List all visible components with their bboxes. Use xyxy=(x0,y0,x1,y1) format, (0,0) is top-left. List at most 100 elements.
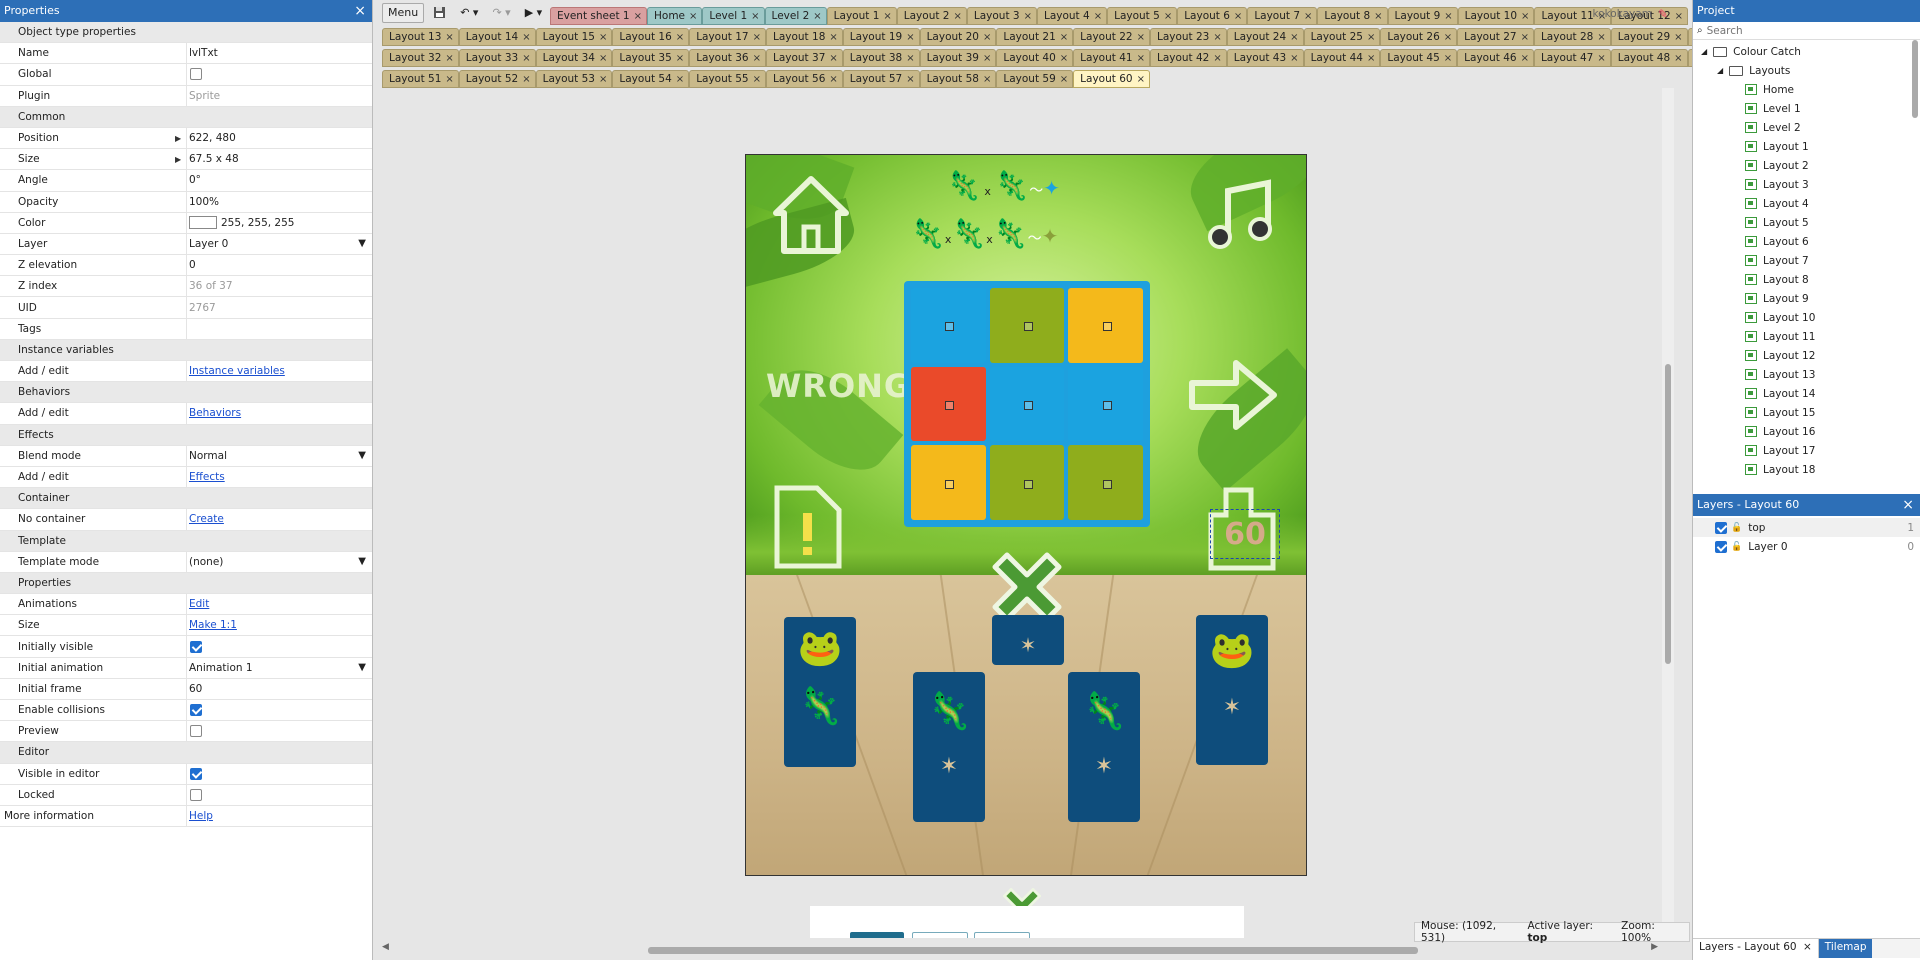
tree-item-layout[interactable]: Home xyxy=(1693,80,1920,99)
hint-icon[interactable] xyxy=(772,483,844,571)
close-tab-icon[interactable]: × xyxy=(753,74,761,85)
tab-layout-24[interactable]: Layout 24 × xyxy=(1226,28,1304,46)
close-tab-icon[interactable]: × xyxy=(1597,32,1605,43)
close-tab-icon[interactable]: × xyxy=(1444,32,1452,43)
tab-layout-46[interactable]: Layout 46 × xyxy=(1457,49,1534,67)
tab-layout-21[interactable]: Layout 21 × xyxy=(996,28,1074,46)
close-tab-icon[interactable]: × xyxy=(1367,53,1375,64)
tab-layout-38[interactable]: Layout 38 × xyxy=(842,49,920,67)
property-value[interactable]: 2767 xyxy=(187,297,372,317)
property-value[interactable]: 0 xyxy=(187,255,372,275)
tab-layout-60[interactable]: Layout 60 × xyxy=(1073,70,1150,88)
tab-layout-6[interactable]: Layout 6 × xyxy=(1177,7,1248,25)
tab-layout-40[interactable]: Layout 40 × xyxy=(996,49,1074,67)
close-tab-icon[interactable]: × xyxy=(953,11,961,22)
property-section[interactable]: Properties xyxy=(0,572,372,595)
layer-visible-checkbox[interactable] xyxy=(1715,540,1727,553)
grid-cell[interactable] xyxy=(989,445,1065,520)
tree-item-layout[interactable]: Layout 1 xyxy=(1693,137,1920,156)
close-tab-icon[interactable]: × xyxy=(1374,11,1382,22)
tree-item-folder[interactable]: ◢ Colour Catch xyxy=(1693,42,1920,61)
close-tab-icon[interactable]: × xyxy=(1024,11,1032,22)
tab-layout-4[interactable]: Layout 4 × xyxy=(1036,7,1108,25)
close-tab-icon[interactable]: × xyxy=(1521,11,1529,22)
property-section[interactable]: Behaviors xyxy=(0,382,372,404)
property-value[interactable]: 100% xyxy=(187,192,372,212)
checkbox[interactable] xyxy=(190,788,202,801)
tree-item-layout[interactable]: Layout 6 xyxy=(1693,232,1920,251)
property-value[interactable]: Layer 0 ▼ xyxy=(187,234,372,254)
search-input[interactable] xyxy=(1706,24,1897,37)
chevron-down-icon[interactable]: ▼ xyxy=(358,238,366,249)
property-value[interactable]: Animation 1 ▼ xyxy=(187,658,372,678)
card-left[interactable]: 🐸 🦎 xyxy=(784,617,856,767)
close-tab-icon[interactable]: × xyxy=(1060,53,1068,64)
close-tab-icon[interactable]: × xyxy=(983,53,991,64)
property-section[interactable]: Common xyxy=(0,106,372,128)
close-tab-icon[interactable]: × xyxy=(829,74,837,85)
tree-item-layout[interactable]: Level 2 xyxy=(1693,118,1920,137)
close-tab-icon[interactable]: × xyxy=(522,53,530,64)
close-tab-icon[interactable]: × xyxy=(522,74,530,85)
tree-item-folder[interactable]: ◢ Layouts xyxy=(1693,61,1920,80)
grid-cell[interactable] xyxy=(989,366,1065,442)
close-tab-icon[interactable]: × xyxy=(1675,11,1683,22)
tab-layout-54[interactable]: Layout 54 × xyxy=(612,70,690,88)
tab-layout-2[interactable]: Layout 2 × xyxy=(896,7,967,25)
tab-layout-34[interactable]: Layout 34 × xyxy=(535,49,613,67)
property-value[interactable]: 60 xyxy=(187,679,372,699)
close-tab-icon[interactable]: × xyxy=(445,74,453,85)
tab-level-2[interactable]: Level 2 × xyxy=(764,7,827,25)
close-tab-icon[interactable]: × xyxy=(676,74,684,85)
property-value[interactable]: Help xyxy=(187,806,372,826)
tab-layout-44[interactable]: Layout 44 × xyxy=(1303,49,1381,67)
tab-layout-36[interactable]: Layout 36 × xyxy=(689,49,766,67)
property-value[interactable] xyxy=(187,764,372,784)
close-tab-icon[interactable]: × xyxy=(983,32,991,43)
tab-tilemap[interactable]: Tilemap xyxy=(1818,939,1873,958)
expand-icon[interactable]: ◢ xyxy=(1717,66,1723,75)
horizontal-scrollbar[interactable]: ◀ ▶ xyxy=(378,942,1674,955)
music-icon[interactable] xyxy=(1198,171,1284,257)
tree-item-layout[interactable]: Layout 11 xyxy=(1693,327,1920,346)
tab-layout-8[interactable]: Layout 8 × xyxy=(1317,7,1388,25)
expand-icon[interactable]: ▶ xyxy=(175,155,181,164)
grid-cell[interactable] xyxy=(989,288,1065,363)
tree-item-layout[interactable]: Layout 9 xyxy=(1693,289,1920,308)
tab-level-1[interactable]: Level 1 × xyxy=(702,7,765,25)
close-tab-icon[interactable]: × xyxy=(906,53,914,64)
tab-layout-16[interactable]: Layout 16 × xyxy=(612,28,690,46)
project-scrollbar[interactable] xyxy=(1912,40,1918,118)
property-value[interactable]: Instance variables xyxy=(187,361,372,381)
checkbox[interactable] xyxy=(190,704,202,717)
close-tab-icon[interactable]: × xyxy=(906,74,914,85)
grid-cell[interactable] xyxy=(911,288,986,363)
close-tab-icon[interactable]: × xyxy=(829,32,837,43)
close-tab-icon[interactable]: × xyxy=(829,53,837,64)
checkbox[interactable] xyxy=(190,767,202,780)
close-tab-icon[interactable]: × xyxy=(1234,11,1242,22)
property-value[interactable] xyxy=(187,721,372,741)
lock-icon[interactable]: 🔓 xyxy=(1731,523,1742,533)
layout-scene[interactable]: 60 🦎 x 🦎〜✦ 🦎x🦎x🦎〜✦ WRONG ✶ 🐸 🦎 🦎 ✶ 🦎 ✶ 🐸… xyxy=(745,154,1307,876)
close-tab-icon[interactable]: × xyxy=(689,11,697,22)
tab-layout-29[interactable]: Layout 29 × xyxy=(1610,28,1688,46)
card-center[interactable]: ✶ xyxy=(992,615,1064,665)
property-value[interactable] xyxy=(187,64,372,84)
vertical-scrollbar[interactable] xyxy=(1662,88,1674,938)
tab-layout-5[interactable]: Layout 5 × xyxy=(1107,7,1178,25)
checkbox[interactable] xyxy=(190,640,202,653)
grid-cell[interactable] xyxy=(1068,366,1143,442)
property-value[interactable]: 36 of 37 xyxy=(187,276,372,296)
property-value[interactable] xyxy=(187,636,372,656)
tab-home[interactable]: Home × xyxy=(647,7,703,25)
tab-layout-22[interactable]: Layout 22 × xyxy=(1073,28,1150,46)
close-tab-icon[interactable]: × xyxy=(599,53,607,64)
tree-item-layout[interactable]: Layout 15 xyxy=(1693,403,1920,422)
close-tab-icon[interactable]: × xyxy=(1094,11,1102,22)
tab-layers[interactable]: Layers - Layout 60 × xyxy=(1693,939,1819,958)
tab-layout-56[interactable]: Layout 56 × xyxy=(765,70,843,88)
checkbox[interactable] xyxy=(190,725,202,738)
tab-layout-51[interactable]: Layout 51 × xyxy=(382,70,459,88)
close-tab-icon[interactable]: × xyxy=(1137,74,1145,85)
